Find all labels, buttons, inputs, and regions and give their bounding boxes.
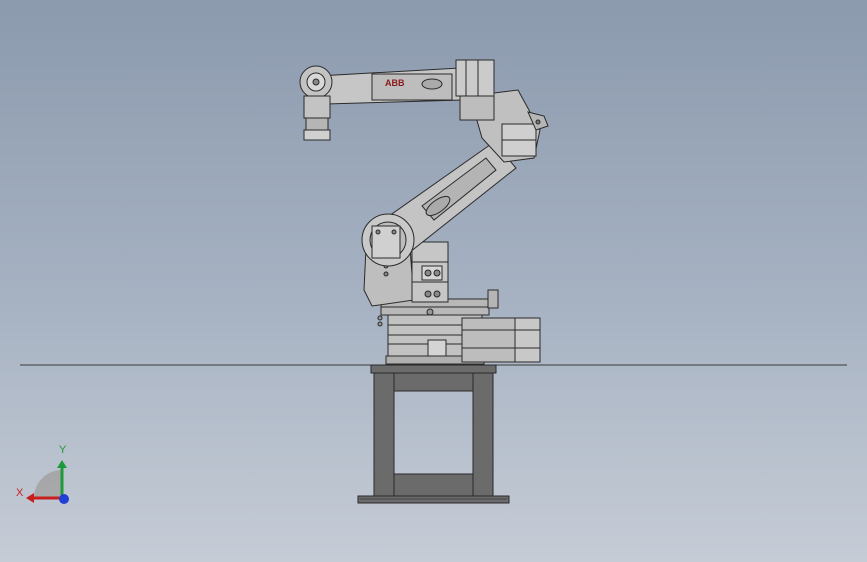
tool-flange — [305, 117, 329, 131]
triad-x-label: X — [16, 487, 24, 499]
triad-z-axis — [59, 494, 69, 504]
triad-y-label: Y — [59, 444, 67, 456]
wrist-body — [303, 95, 331, 119]
stand-left-leg — [373, 372, 395, 498]
stand-top-plate — [370, 364, 497, 374]
stand-right-leg — [472, 372, 494, 498]
stand-upper-crossbar — [393, 372, 474, 392]
triad-plane-wedge — [34, 470, 62, 498]
upper-arm[interactable]: ABB — [317, 59, 495, 121]
wrist-assembly[interactable] — [299, 65, 333, 141]
base-connector-box — [427, 339, 447, 357]
stand-lower-crossbar — [393, 473, 474, 497]
axis4-housing — [455, 59, 495, 97]
model-scene[interactable]: ABB — [0, 0, 867, 562]
pedestal-stand[interactable] — [357, 364, 510, 504]
coordinate-triad — [26, 460, 69, 504]
graphics-viewport[interactable]: ABB X Y — [0, 0, 867, 562]
abb-logo: ABB — [385, 78, 405, 88]
